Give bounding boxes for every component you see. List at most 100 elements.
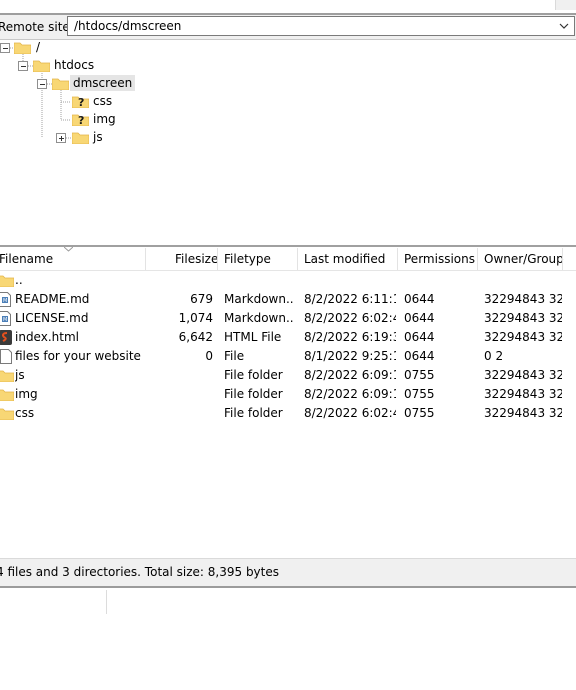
column-divider[interactable] xyxy=(397,248,398,270)
column-divider[interactable] xyxy=(297,248,298,270)
svg-text:M: M xyxy=(3,298,7,304)
file-name: css xyxy=(15,406,35,420)
column-owner-group[interactable]: Owner/Group xyxy=(484,252,564,266)
file-modified: 8/2/2022 6:09:1... xyxy=(304,387,396,401)
file-permissions: 0755 xyxy=(404,387,435,401)
tree-item-htdocs[interactable]: htdocs xyxy=(54,58,94,72)
column-filename[interactable]: Filename xyxy=(0,252,53,266)
file-owner: 0 2 xyxy=(484,349,504,363)
markdown-file-icon: M xyxy=(0,292,11,307)
file-size: 1,074 xyxy=(178,311,213,325)
file-name: LICENSE.md xyxy=(15,311,89,325)
file-type: Markdown... xyxy=(224,292,294,306)
table-row[interactable]: files for your website s... 0 File 8/1/2… xyxy=(0,347,576,366)
unknown-folder-icon: ? xyxy=(72,96,89,108)
file-name: .. xyxy=(15,273,23,287)
file-type: Markdown... xyxy=(224,311,294,325)
column-last-modified[interactable]: Last modified xyxy=(304,252,385,266)
status-bar: 4 files and 3 directories. Total size: 8… xyxy=(0,558,576,586)
column-divider[interactable] xyxy=(145,248,146,270)
status-text: 4 files and 3 directories. Total size: 8… xyxy=(0,565,280,579)
pane-splitter[interactable] xyxy=(0,586,576,588)
remote-site-label: Remote site: xyxy=(0,20,74,34)
file-name: files for your website s... xyxy=(15,349,143,363)
tree-item-css[interactable]: css xyxy=(93,94,112,108)
folder-icon xyxy=(0,408,14,420)
remote-site-path[interactable]: /htdocs/dmscreen xyxy=(74,19,181,33)
collapse-dmscreen-toggle[interactable] xyxy=(37,79,47,89)
file-modified: 8/1/2022 9:25:1... xyxy=(304,349,396,363)
file-type: File folder xyxy=(224,368,283,382)
table-row[interactable]: .. xyxy=(0,271,576,290)
parent-folder-icon xyxy=(0,275,14,287)
column-filetype[interactable]: Filetype xyxy=(224,252,271,266)
file-list-header: Filename Filesize Filetype Last modified… xyxy=(0,247,576,271)
file-size: 0 xyxy=(205,349,213,363)
file-type: File folder xyxy=(224,406,283,420)
file-name: img xyxy=(15,387,38,401)
file-owner: 32294843 32... xyxy=(484,387,562,401)
file-type: File xyxy=(224,349,245,363)
chevron-down-icon[interactable] xyxy=(558,17,570,35)
pane-splitter[interactable] xyxy=(0,245,576,247)
file-type: File folder xyxy=(224,387,283,401)
expand-js-toggle[interactable] xyxy=(56,133,66,143)
folder-open-icon xyxy=(33,60,50,72)
blank-file-icon xyxy=(0,349,12,364)
folder-icon xyxy=(0,389,14,401)
file-modified: 8/2/2022 6:02:4... xyxy=(304,406,396,420)
file-modified: 8/2/2022 6:09:1... xyxy=(304,368,396,382)
folder-icon xyxy=(72,132,89,144)
file-permissions: 0644 xyxy=(404,311,435,325)
tree-item-js[interactable]: js xyxy=(93,130,103,144)
table-row[interactable]: M LICENSE.md 1,074 Markdown... 8/2/2022 … xyxy=(0,309,576,328)
queue-column-divider[interactable] xyxy=(106,590,107,614)
folder-open-icon xyxy=(52,78,69,90)
file-owner: 32294843 32... xyxy=(484,368,562,382)
folder-icon xyxy=(0,370,14,382)
svg-text:?: ? xyxy=(78,114,84,126)
file-size: 6,642 xyxy=(178,330,213,344)
column-permissions[interactable]: Permissions xyxy=(404,252,475,266)
top-pane-area xyxy=(0,0,576,12)
file-permissions: 0755 xyxy=(404,368,435,382)
file-permissions: 0755 xyxy=(404,406,435,420)
file-name: README.md xyxy=(15,292,90,306)
file-permissions: 0644 xyxy=(404,292,435,306)
file-owner: 32294843 32... xyxy=(484,406,562,420)
remote-directory-tree[interactable]: / htdocs dmscreen ? css ? img js xyxy=(0,40,576,245)
file-permissions: 0644 xyxy=(404,330,435,344)
column-divider[interactable] xyxy=(217,248,218,270)
top-scrollbar[interactable] xyxy=(555,0,576,10)
svg-text:M: M xyxy=(3,317,7,323)
file-permissions: 0644 xyxy=(404,349,435,363)
column-filesize[interactable]: Filesize xyxy=(175,252,218,266)
file-size: 679 xyxy=(190,292,213,306)
table-row[interactable]: index.html 6,642 HTML File 8/2/2022 6:19… xyxy=(0,328,576,347)
file-modified: 8/2/2022 6:02:4... xyxy=(304,311,396,325)
collapse-htdocs-toggle[interactable] xyxy=(18,61,28,71)
file-owner: 32294843 32... xyxy=(484,330,562,344)
table-row[interactable]: M README.md 679 Markdown... 8/2/2022 6:1… xyxy=(0,290,576,309)
column-divider[interactable] xyxy=(562,248,563,270)
html-file-icon xyxy=(0,330,12,345)
svg-text:?: ? xyxy=(78,96,84,108)
file-owner: 32294843 32... xyxy=(484,292,562,306)
table-row[interactable]: css File folder 8/2/2022 6:02:4... 0755 … xyxy=(0,404,576,423)
sort-descending-icon xyxy=(64,247,73,252)
tree-item-dmscreen[interactable]: dmscreen xyxy=(70,75,136,91)
file-name: js xyxy=(15,368,25,382)
tree-item-root[interactable]: / xyxy=(36,40,40,54)
tree-item-img[interactable]: img xyxy=(93,112,116,126)
collapse-root-toggle[interactable] xyxy=(0,43,10,53)
unknown-folder-icon: ? xyxy=(72,114,89,126)
remote-site-path-combobox[interactable]: /htdocs/dmscreen xyxy=(67,16,575,36)
file-type: HTML File xyxy=(224,330,282,344)
table-row[interactable]: img File folder 8/2/2022 6:09:1... 0755 … xyxy=(0,385,576,404)
table-row[interactable]: js File folder 8/2/2022 6:09:1... 0755 3… xyxy=(0,366,576,385)
folder-open-icon xyxy=(14,42,31,54)
file-modified: 8/2/2022 6:11:1... xyxy=(304,292,396,306)
file-list[interactable]: .. M README.md 679 Markdown... 8/2/2022 … xyxy=(0,271,576,556)
column-divider[interactable] xyxy=(477,248,478,270)
file-modified: 8/2/2022 6:19:3... xyxy=(304,330,396,344)
